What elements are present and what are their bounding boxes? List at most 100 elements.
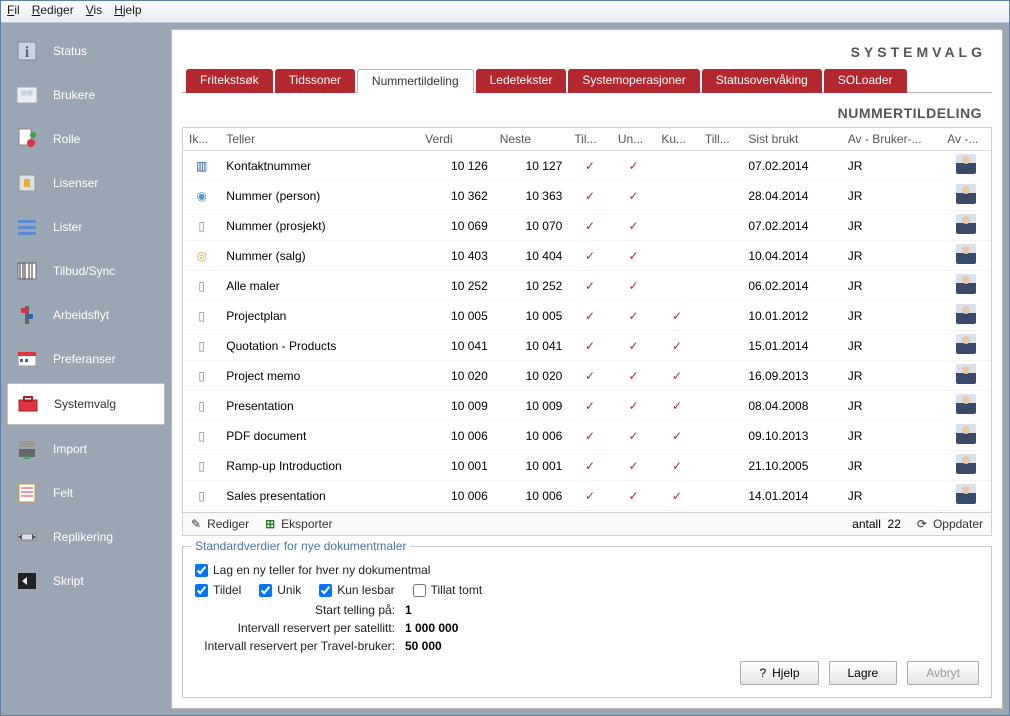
cell-unik: ✓	[612, 421, 656, 451]
tab-fritekstsk[interactable]: Fritekstsøk	[186, 69, 273, 93]
tillat-tomt-checkbox[interactable]: Tillat tomt	[413, 583, 483, 597]
table-row[interactable]: ▯Alle maler10 25210 252✓✓06.02.2014JR	[183, 271, 991, 301]
cell-avb: JR	[842, 361, 941, 391]
sidebar-item-import[interactable]: Import	[7, 429, 165, 469]
export-button[interactable]: ⊞ Eksporter	[265, 517, 332, 531]
tab-systemoperasjoner[interactable]: Systemoperasjoner	[568, 69, 699, 93]
table-row[interactable]: ▯Ramp-up Introduction10 00110 001✓✓✓21.1…	[183, 451, 991, 481]
cell-avatar	[941, 331, 991, 361]
column-header[interactable]: Un...	[612, 128, 656, 151]
column-header[interactable]: Av - Bruker-...	[842, 128, 941, 151]
row-icon: ▯	[194, 368, 210, 384]
table-row[interactable]: ▯Quotation - Products10 04110 041✓✓✓15.0…	[183, 331, 991, 361]
sidebar-item-replikering[interactable]: Replikering	[7, 517, 165, 557]
column-header[interactable]: Teller	[220, 128, 419, 151]
sidebar-item-skript[interactable]: Skript	[7, 561, 165, 601]
cell-sist: 21.10.2005	[742, 451, 841, 481]
menu-fil[interactable]: Fil	[7, 3, 20, 20]
start-label: Start telling på:	[195, 603, 405, 617]
cell-teller: Alle maler	[220, 271, 419, 301]
avatar-icon	[956, 274, 976, 294]
table-row[interactable]: ▯Sales presentation10 00610 006✓✓✓14.01.…	[183, 481, 991, 511]
sidebar-item-arbeidsflyt[interactable]: Arbeidsflyt	[7, 295, 165, 335]
cell-neste: 10 404	[494, 241, 569, 271]
cell-avatar	[941, 271, 991, 301]
refresh-button[interactable]: ⟳ Oppdater	[917, 517, 983, 531]
column-header[interactable]: Til...	[568, 128, 612, 151]
table-row[interactable]: ▯PDF document10 00610 006✓✓✓09.10.2013JR	[183, 421, 991, 451]
table-row[interactable]: ▥Kontaktnummer10 12610 127✓✓07.02.2014JR	[183, 151, 991, 181]
sidebar-label: Lister	[53, 220, 82, 234]
sidebar-item-tilbudsync[interactable]: Tilbud/Sync	[7, 251, 165, 291]
cell-kun	[655, 211, 699, 241]
cell-unik: ✓	[612, 241, 656, 271]
column-header[interactable]: Av -...	[941, 128, 991, 151]
avatar-icon	[956, 484, 976, 504]
avatar-icon	[956, 304, 976, 324]
cell-unik: ✓	[612, 271, 656, 301]
cell-avatar	[941, 391, 991, 421]
column-header[interactable]: Till...	[699, 128, 743, 151]
sidebar-icon	[15, 127, 39, 151]
row-icon: ▯	[194, 278, 210, 294]
column-header[interactable]: Ku...	[655, 128, 699, 151]
tab-tidssoner[interactable]: Tidssoner	[275, 69, 355, 93]
sidebar-item-brukere[interactable]: Brukere	[7, 75, 165, 115]
tab-ledetekster[interactable]: Ledetekster	[476, 69, 567, 93]
app-title: SYSTEMVALG	[182, 40, 992, 68]
cell-sist: 07.02.2014	[742, 211, 841, 241]
save-button[interactable]: Lagre	[829, 661, 898, 685]
avatar-icon	[956, 424, 976, 444]
tab-soloader[interactable]: SOLoader	[824, 69, 907, 93]
column-header[interactable]: Neste	[494, 128, 569, 151]
cell-teller: Project memo	[220, 361, 419, 391]
sidebar-item-lisenser[interactable]: Lisenser	[7, 163, 165, 203]
cell-tildel: ✓	[568, 361, 612, 391]
cell-verdi: 10 403	[419, 241, 494, 271]
cell-kun	[655, 241, 699, 271]
cell-kun	[655, 271, 699, 301]
sidebar-label: Preferanser	[53, 352, 116, 366]
cancel-button[interactable]: Avbryt	[907, 661, 979, 685]
help-button[interactable]: ? Hjelp	[740, 661, 818, 685]
table-row[interactable]: ▯Projectplan10 00510 005✓✓✓10.01.2012JR	[183, 301, 991, 331]
column-header[interactable]: Verdi	[419, 128, 494, 151]
sidebar-item-lister[interactable]: Lister	[7, 207, 165, 247]
tildel-checkbox[interactable]: Tildel	[195, 583, 241, 597]
cell-verdi: 10 252	[419, 271, 494, 301]
sidebar-label: Replikering	[53, 530, 113, 544]
cell-verdi: 10 006	[419, 481, 494, 511]
edit-button[interactable]: ✎ Rediger	[191, 517, 249, 531]
cell-kun: ✓	[655, 301, 699, 331]
cell-till	[699, 241, 743, 271]
table-row[interactable]: ▯Nummer (prosjekt)10 06910 070✓✓07.02.20…	[183, 211, 991, 241]
new-counter-checkbox[interactable]: Lag en ny teller for hver ny dokumentmal	[195, 563, 430, 577]
cell-unik: ✓	[612, 181, 656, 211]
cell-verdi: 10 001	[419, 451, 494, 481]
svg-text:i: i	[25, 44, 30, 61]
sidebar-item-status[interactable]: iStatus	[7, 31, 165, 71]
kun-lesbar-checkbox[interactable]: Kun lesbar	[319, 583, 394, 597]
cell-avatar	[941, 421, 991, 451]
tab-nummertildeling[interactable]: Nummertildeling	[357, 69, 474, 93]
table-row[interactable]: ◉Nummer (person)10 36210 363✓✓28.04.2014…	[183, 181, 991, 211]
table-row[interactable]: ▯Project memo10 02010 020✓✓✓16.09.2013JR	[183, 361, 991, 391]
sidebar-item-preferanser[interactable]: Preferanser	[7, 339, 165, 379]
cell-till	[699, 181, 743, 211]
sidebar-item-rolle[interactable]: Rolle	[7, 119, 165, 159]
tab-statusovervking[interactable]: Statusovervåking	[702, 69, 822, 93]
column-header[interactable]: Ik...	[183, 128, 220, 151]
row-icon: ▯	[194, 488, 210, 504]
table-row[interactable]: ▯Presentation10 00910 009✓✓✓08.04.2008JR	[183, 391, 991, 421]
column-header[interactable]: Sist brukt	[742, 128, 841, 151]
menu-hjelp[interactable]: Hjelp	[114, 3, 141, 20]
menu-rediger[interactable]: Rediger	[32, 3, 74, 20]
sidebar-item-systemvalg[interactable]: Systemvalg	[7, 383, 165, 425]
sidebar-item-felt[interactable]: Felt	[7, 473, 165, 513]
table-row[interactable]: ◎Nummer (salg)10 40310 404✓✓10.04.2014JR	[183, 241, 991, 271]
cell-neste: 10 001	[494, 451, 569, 481]
sidebar-icon	[16, 392, 40, 416]
avatar-icon	[956, 184, 976, 204]
menu-vis[interactable]: Vis	[86, 3, 102, 20]
unik-checkbox[interactable]: Unik	[259, 583, 301, 597]
